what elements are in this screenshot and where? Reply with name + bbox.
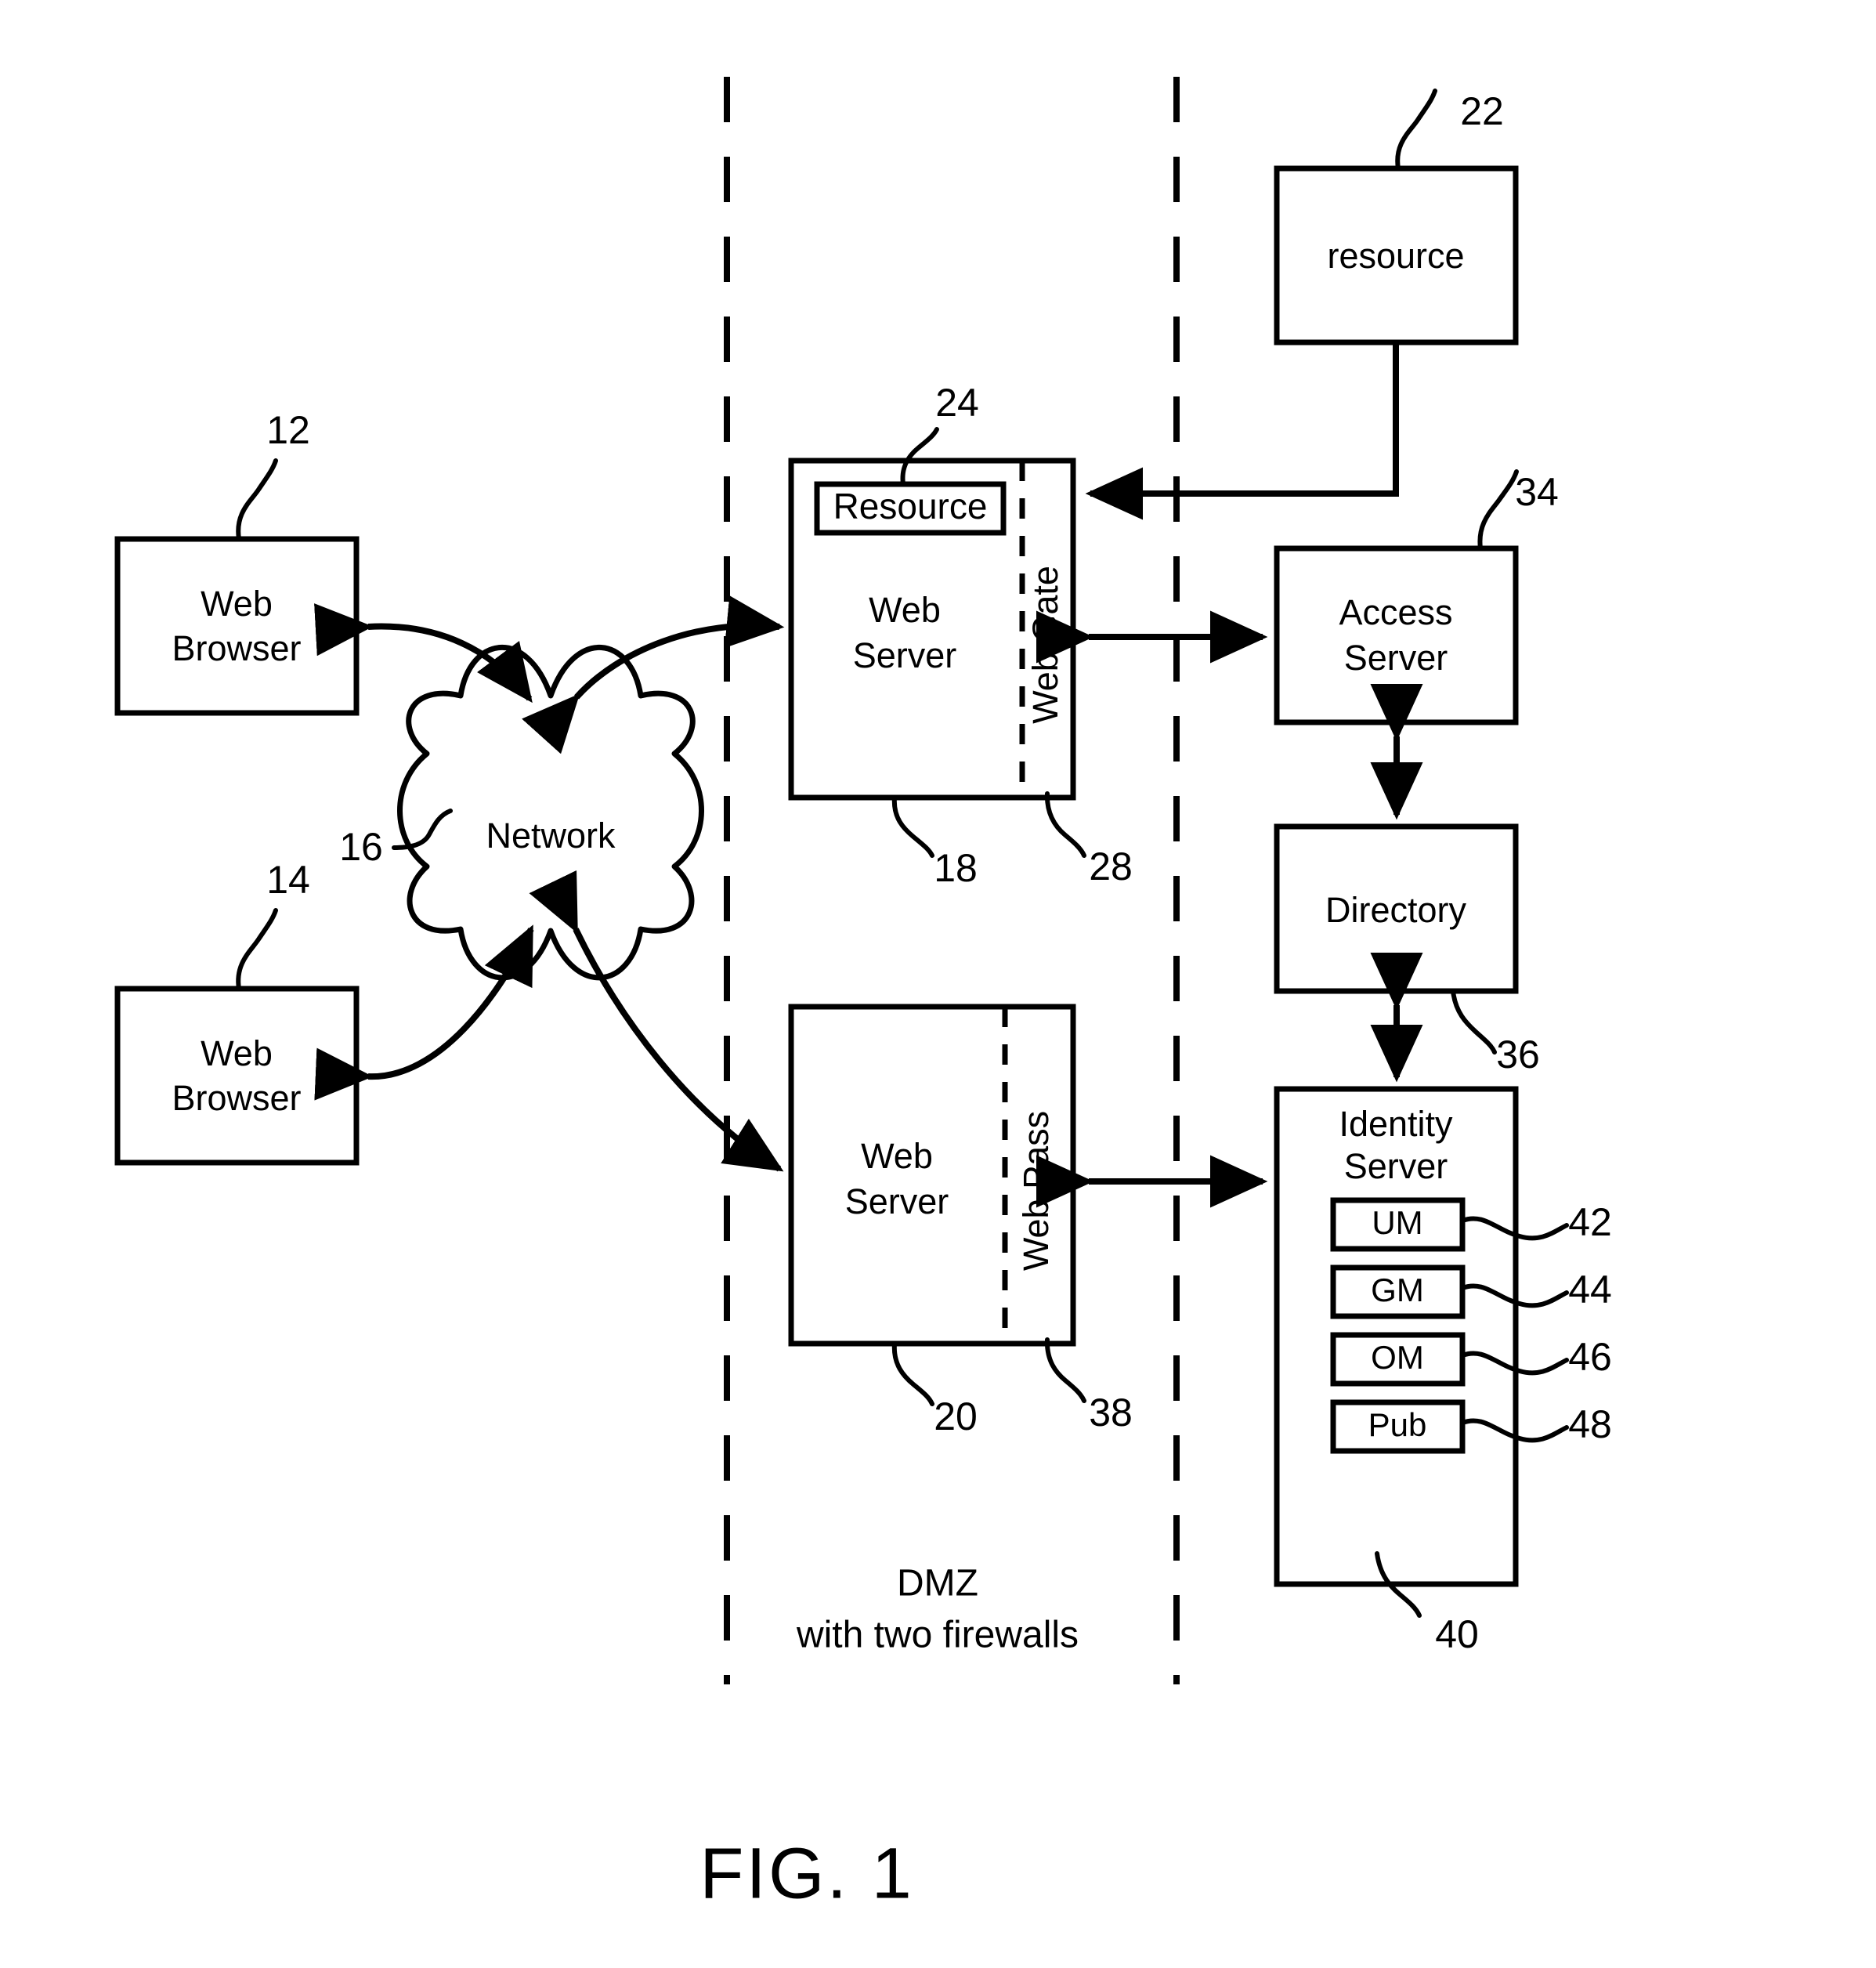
resource-external-label: resource	[1327, 236, 1464, 276]
web-gate-label: Web Gate	[1025, 566, 1065, 724]
access-server-box[interactable]	[1274, 545, 1519, 725]
access-server-label-line1: Access	[1339, 592, 1452, 632]
ref-40: 40	[1435, 1612, 1479, 1656]
ref-44: 44	[1568, 1268, 1612, 1311]
connector-resource-to-web-gate	[1085, 342, 1399, 520]
directory-label: Directory	[1325, 890, 1467, 930]
web-server-bottom-leader	[891, 1341, 934, 1406]
web-server-top-leader	[891, 795, 934, 858]
ref-12: 12	[266, 408, 310, 452]
directory-leader	[1451, 989, 1497, 1055]
ref-46: 46	[1568, 1335, 1612, 1379]
resource-external-leader	[1395, 89, 1437, 171]
um-label: UM	[1372, 1204, 1422, 1241]
ref-16: 16	[339, 825, 383, 869]
dmz-note-line2: with two firewalls	[796, 1615, 1079, 1656]
ref-28: 28	[1089, 845, 1133, 888]
om-label: OM	[1371, 1339, 1424, 1376]
ref-38: 38	[1089, 1391, 1133, 1434]
access-server-label-line2: Server	[1344, 638, 1448, 678]
web-pass-label: Web Pass	[1016, 1111, 1056, 1271]
web-browser-bottom-box[interactable]	[114, 986, 360, 1166]
ref-36: 36	[1496, 1033, 1540, 1076]
dmz-note-line1: DMZ	[897, 1563, 978, 1604]
resource-inner-label: Resource	[833, 486, 988, 526]
ref-20: 20	[934, 1395, 978, 1438]
figure-canvas: Web Browser 12 Web Browser 14 Network 16…	[114, 77, 1612, 1913]
pub-label: Pub	[1368, 1406, 1427, 1443]
gm-label: GM	[1371, 1272, 1424, 1308]
web-server-top-label-line1: Web	[869, 590, 941, 630]
identity-server-label-line1: Identity	[1339, 1104, 1453, 1144]
patent-figure-page: Web Browser 12 Web Browser 14 Network 16…	[0, 0, 1876, 1968]
web-browser-top-box[interactable]	[114, 536, 360, 716]
web-browser-top-label-line2: Browser	[172, 628, 301, 668]
web-browser-top-label-line1: Web	[201, 584, 273, 624]
ref-42: 42	[1568, 1200, 1612, 1244]
web-browser-top-leader	[236, 458, 278, 541]
web-gate-leader	[1044, 791, 1086, 858]
identity-server-label-line2: Server	[1344, 1146, 1448, 1186]
ref-22: 22	[1460, 89, 1504, 133]
web-pass-leader	[1044, 1337, 1086, 1403]
ref-48: 48	[1568, 1402, 1612, 1446]
web-browser-bottom-label-line1: Web	[201, 1033, 273, 1073]
web-server-bottom-label-line1: Web	[861, 1136, 933, 1176]
ref-18: 18	[934, 846, 978, 890]
ref-24: 24	[935, 381, 979, 425]
network-label: Network	[486, 816, 616, 856]
access-server-leader	[1477, 469, 1519, 551]
figure-title: FIG. 1	[699, 1833, 914, 1913]
ref-14: 14	[266, 858, 310, 902]
web-browser-bottom-label-line2: Browser	[172, 1078, 301, 1118]
ref-34: 34	[1515, 470, 1559, 514]
web-browser-bottom-leader	[236, 908, 278, 991]
web-server-bottom-label-line2: Server	[845, 1181, 949, 1221]
web-server-top-label-line2: Server	[853, 635, 957, 675]
